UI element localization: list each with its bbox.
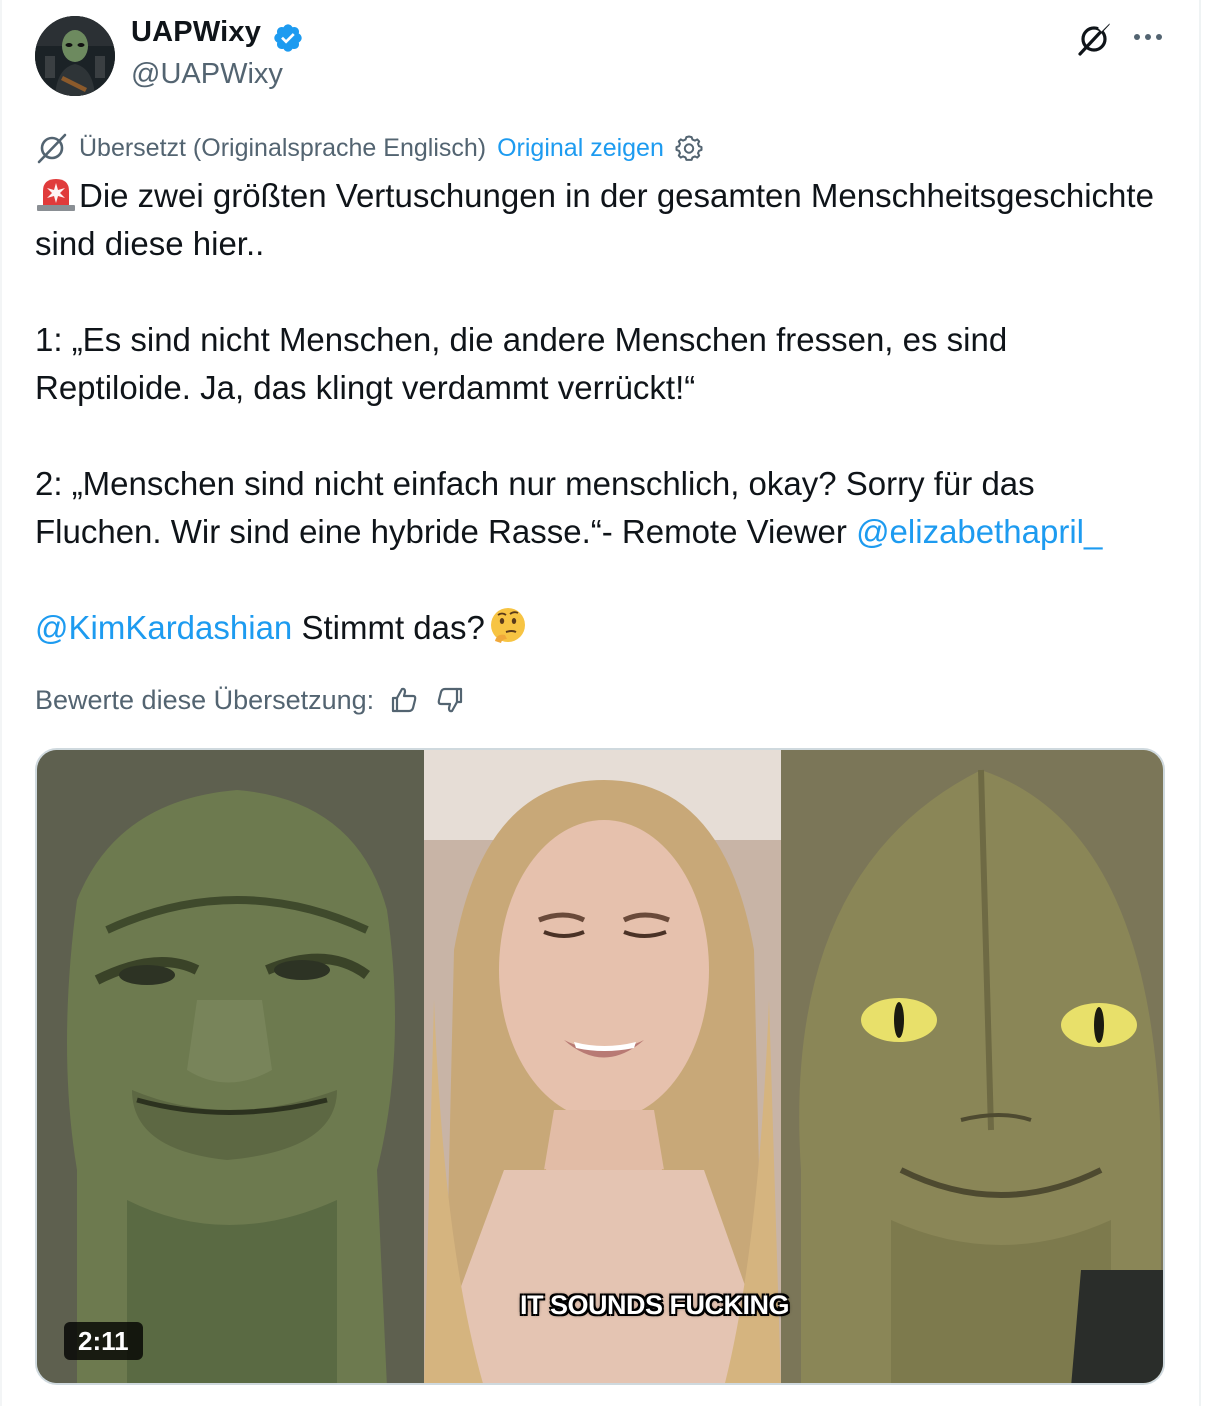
translation-notice-row: Übersetzt (Originalsprache Englisch) Ori… — [35, 131, 704, 165]
more-icon[interactable] — [1130, 22, 1166, 52]
video-caption: IT SOUNDS FUCKING — [520, 1290, 790, 1320]
mention-kimkardashian[interactable]: @KimKardashian — [35, 609, 292, 646]
grok-translate-icon — [37, 133, 67, 164]
user-handle[interactable]: @UAPWixy — [131, 58, 283, 91]
verified-badge-icon — [274, 24, 302, 52]
tweet-paragraph-4-text: Stimmt das? — [292, 609, 485, 646]
tweet-paragraph-1-text: Die zwei größten Vertuschungen in der ge… — [35, 177, 1154, 262]
tweet-text: Die zwei größten Vertuschungen in der ge… — [35, 172, 1165, 652]
video-player[interactable]: IT SOUNDS FUCKING 2:11 — [35, 748, 1165, 1385]
video-duration-badge: 2:11 — [64, 1322, 143, 1360]
translation-notice: Übersetzt (Originalsprache Englisch) — [79, 133, 487, 162]
left-border — [0, 0, 2, 1406]
rate-translation-label: Bewerte diese Übersetzung: — [35, 684, 375, 715]
right-border — [1199, 0, 1201, 1406]
tweet-paragraph-3: 2: „Menschen sind nicht einfach nur mens… — [35, 460, 1165, 556]
gear-icon[interactable] — [674, 133, 704, 163]
tweet-paragraph-4: @KimKardashian Stimmt das? — [35, 604, 1165, 652]
video-frame-reptilian-right — [781, 750, 1163, 1383]
avatar[interactable] — [35, 16, 115, 96]
tweet-paragraph-2: 1: „Es sind nicht Menschen, die andere M… — [35, 321, 1008, 406]
display-name[interactable]: UAPWixy — [131, 16, 261, 49]
mention-elizabethapril[interactable]: @elizabethapril_ — [856, 513, 1102, 550]
rate-translation-row: Bewerte diese Übersetzung: — [35, 682, 466, 718]
grok-icon[interactable] — [1075, 20, 1113, 58]
police-light-emoji-icon — [37, 179, 75, 211]
show-original-link[interactable]: Original zeigen — [497, 134, 664, 163]
video-frame-reptilian-left — [37, 750, 424, 1383]
thinking-face-emoji-icon — [490, 608, 525, 643]
thumbs-down-icon[interactable] — [434, 684, 466, 716]
tweet-paragraph-1: Die zwei größten Vertuschungen in der ge… — [35, 172, 1165, 268]
video-frame-woman-center — [424, 750, 781, 1383]
thumbs-up-icon[interactable] — [388, 684, 420, 716]
